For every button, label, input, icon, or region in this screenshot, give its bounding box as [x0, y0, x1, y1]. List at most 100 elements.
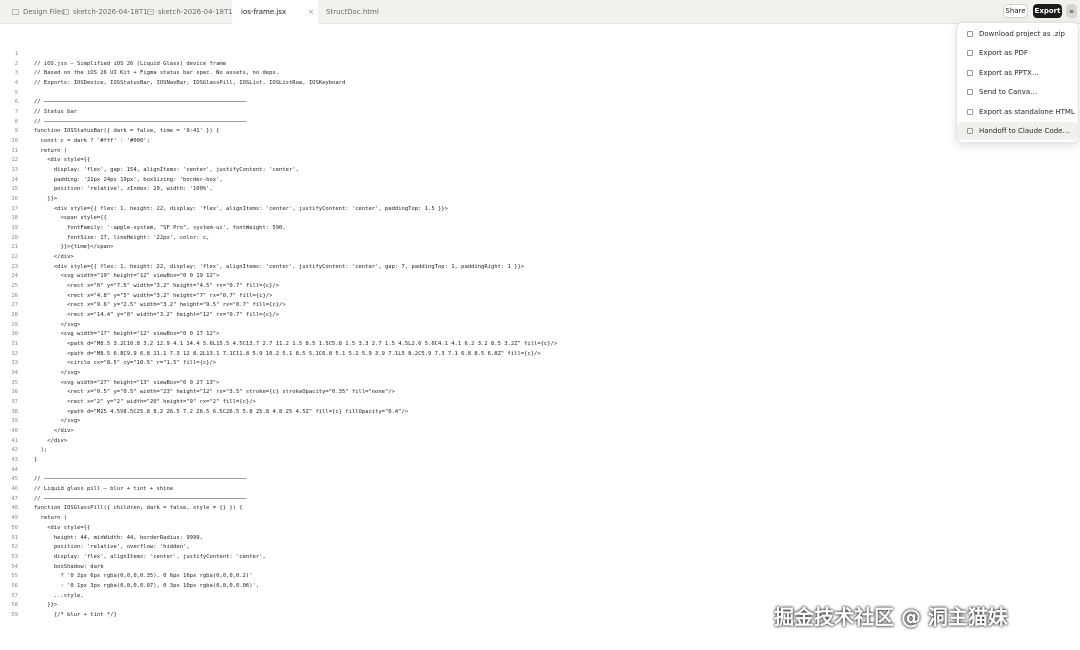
sketch-icon — [62, 8, 69, 15]
code-text: </div> — [34, 254, 74, 261]
code-line: 12 <div style={{ — [0, 156, 1080, 165]
tab-label: Design Files — [23, 7, 65, 16]
code-text: <path d="M8.5 6.8C9.9 6.8 11.1 7.3 12 8.… — [34, 350, 541, 357]
line-number: 38 — [11, 408, 18, 415]
code-text: <div style={{ flex: 1, height: 22, displ… — [34, 263, 525, 270]
line-number: 28 — [11, 312, 18, 319]
tab-label: StructDoc.html — [326, 7, 379, 16]
code-text: <rect x="14.4" y="0" width="3.2" height=… — [34, 312, 280, 319]
menu-item-export-pptx[interactable]: Export as PPTX… — [957, 64, 1078, 82]
code-text: height: 44, minWidth: 44, borderRadius: … — [34, 534, 203, 541]
code-line: 45 // ───────────────────────────────────… — [0, 475, 1080, 484]
line-number: 36 — [11, 389, 18, 396]
line-number: 8 — [14, 118, 18, 125]
code-text: </div> — [34, 428, 74, 435]
code-text: ? '0 2px 6px rgba(0,0,0,0.35), 0 6px 16p… — [34, 573, 253, 580]
code-text: display: 'flex', alignItems: 'center', j… — [34, 553, 266, 560]
sketch-icon — [147, 8, 154, 15]
code-line: 44 — [0, 466, 1080, 475]
close-icon[interactable]: × — [308, 8, 314, 16]
code-text: : '0 1px 3px rgba(0,0,0,0.07), 0 3px 10p… — [34, 582, 260, 589]
code-text: // ─────────────────────────────────────… — [34, 118, 246, 125]
code-text: </div> — [34, 437, 68, 444]
line-number: 42 — [11, 447, 18, 454]
line-number: 48 — [11, 505, 18, 512]
line-number: 37 — [11, 399, 18, 406]
code-line: 4 // Exports: IOSDevice, IOSStatusBar, IO… — [0, 79, 1080, 88]
code-text: // Liquid glass pill — blur + tint + shi… — [34, 486, 174, 493]
tab-structdoc[interactable]: StructDoc.html — [326, 0, 379, 23]
download-icon — [967, 31, 973, 37]
code-line: 15 position: 'relative', zIndex: 20, wid… — [0, 185, 1080, 194]
tab-ios-frame[interactable]: ios-frame.jsx × — [232, 0, 318, 24]
code-text: // Based on the iOS 26 UI Kit + Figma st… — [34, 70, 280, 77]
more-menu-icon[interactable]: ≡ — [1066, 4, 1077, 18]
tab-sketch-2[interactable]: sketch-2026-04-18T1··· — [147, 0, 239, 23]
code-line: 35 <svg width="27" height="13" viewBox="… — [0, 379, 1080, 388]
code-text: function IOSStatusBar({ dark = false, ti… — [34, 128, 220, 135]
code-line: 27 <rect x="9.6" y="2.5" width="3.2" hei… — [0, 301, 1080, 310]
line-number: 34 — [11, 370, 18, 377]
line-number: 53 — [11, 553, 18, 560]
line-number: 26 — [11, 292, 18, 299]
line-number: 6 — [14, 99, 18, 106]
code-line: 38 <path d="M25 4.5V8.5C25.8 8.2 26.5 7.… — [0, 408, 1080, 417]
export-dropdown-menu: Download project as .zip Export as PDF E… — [956, 22, 1079, 143]
line-number: 54 — [11, 563, 18, 570]
pptx-icon — [967, 70, 973, 76]
code-line: 25 <rect x="0" y="7.5" width="3.2" heigh… — [0, 282, 1080, 291]
line-number: 41 — [11, 437, 18, 444]
line-number: 35 — [11, 379, 18, 386]
line-number: 25 — [11, 283, 18, 290]
code-text: </svg> — [34, 370, 81, 377]
export-button[interactable]: Export — [1033, 4, 1062, 18]
code-text: </svg> — [34, 321, 81, 328]
line-number: 1 — [14, 51, 18, 57]
line-number: 51 — [11, 534, 18, 541]
line-number: 4 — [14, 80, 18, 86]
code-editor[interactable]: 1 2// iOS.jsx — Simplified iOS 26 (Liquid… — [0, 44, 1080, 650]
code-line: 53 display: 'flex', alignItems: 'center'… — [0, 553, 1080, 562]
menu-item-send-canva[interactable]: Send to Canva… — [957, 83, 1078, 101]
code-text: fontFamily: '-apple-system, "SF Pro", sy… — [34, 225, 286, 232]
line-number: 5 — [14, 89, 18, 96]
line-number: 9 — [14, 128, 18, 135]
share-button[interactable]: Share — [1003, 4, 1028, 18]
code-line: 54 boxShadow: dark — [0, 563, 1080, 572]
menu-item-export-html[interactable]: Export as standalone HTML — [957, 103, 1078, 121]
code-line: 56 : '0 1px 3px rgba(0,0,0,0.07), 0 3px … — [0, 582, 1080, 591]
code-line: 50 <div style={{ — [0, 524, 1080, 533]
code-line: 42 ); — [0, 446, 1080, 455]
line-number: 12 — [11, 157, 18, 164]
menu-item-download-zip[interactable]: Download project as .zip — [957, 25, 1078, 43]
code-line: 40 </div> — [0, 427, 1080, 436]
code-text: // ─────────────────────────────────────… — [34, 476, 246, 483]
code-text: // ─────────────────────────────────────… — [34, 99, 246, 106]
code-line: 7 // Status bar — [0, 108, 1080, 117]
menu-item-label: Send to Canva… — [979, 88, 1038, 96]
code-text: <div style={{ flex: 1, height: 22, displ… — [34, 205, 448, 212]
code-text: <div style={{ — [34, 524, 91, 531]
code-text: <rect x="2" y="2" width="20" height="9" … — [34, 399, 256, 406]
line-number: 29 — [11, 321, 18, 328]
code-line: 16 }}> — [0, 195, 1080, 204]
menu-item-label: Export as PPTX… — [979, 69, 1039, 77]
code-line: 24 <svg width="19" height="12" viewBox="… — [0, 272, 1080, 281]
code-line: 29 </svg> — [0, 321, 1080, 330]
code-line: 39 </svg> — [0, 417, 1080, 426]
tab-label: sketch-2026-04-18T1··· — [73, 7, 155, 16]
menu-item-handoff-claude-code[interactable]: Handoff to Claude Code… — [957, 122, 1078, 140]
code-text: const c = dark ? '#fff' : '#000'; — [34, 138, 150, 145]
menu-item-export-pdf[interactable]: Export as PDF — [957, 44, 1078, 62]
line-number: 33 — [11, 360, 18, 367]
tab-design-files[interactable]: Design Files — [12, 0, 65, 23]
code-line: 34 </svg> — [0, 369, 1080, 378]
canva-icon — [967, 89, 973, 95]
code-line: 2 // iOS.jsx — Simplified iOS 26 (Liquid … — [0, 60, 1080, 69]
code-line: 36 <rect x="0.5" y="0.5" width="23" heig… — [0, 388, 1080, 397]
line-number: 18 — [11, 215, 18, 222]
line-number: 44 — [11, 466, 18, 473]
tab-sketch-1[interactable]: sketch-2026-04-18T1··· — [62, 0, 154, 23]
code-line: 17 <div style={{ flex: 1, height: 22, di… — [0, 205, 1080, 214]
code-text: position: 'relative', zIndex: 20, width:… — [34, 186, 213, 193]
